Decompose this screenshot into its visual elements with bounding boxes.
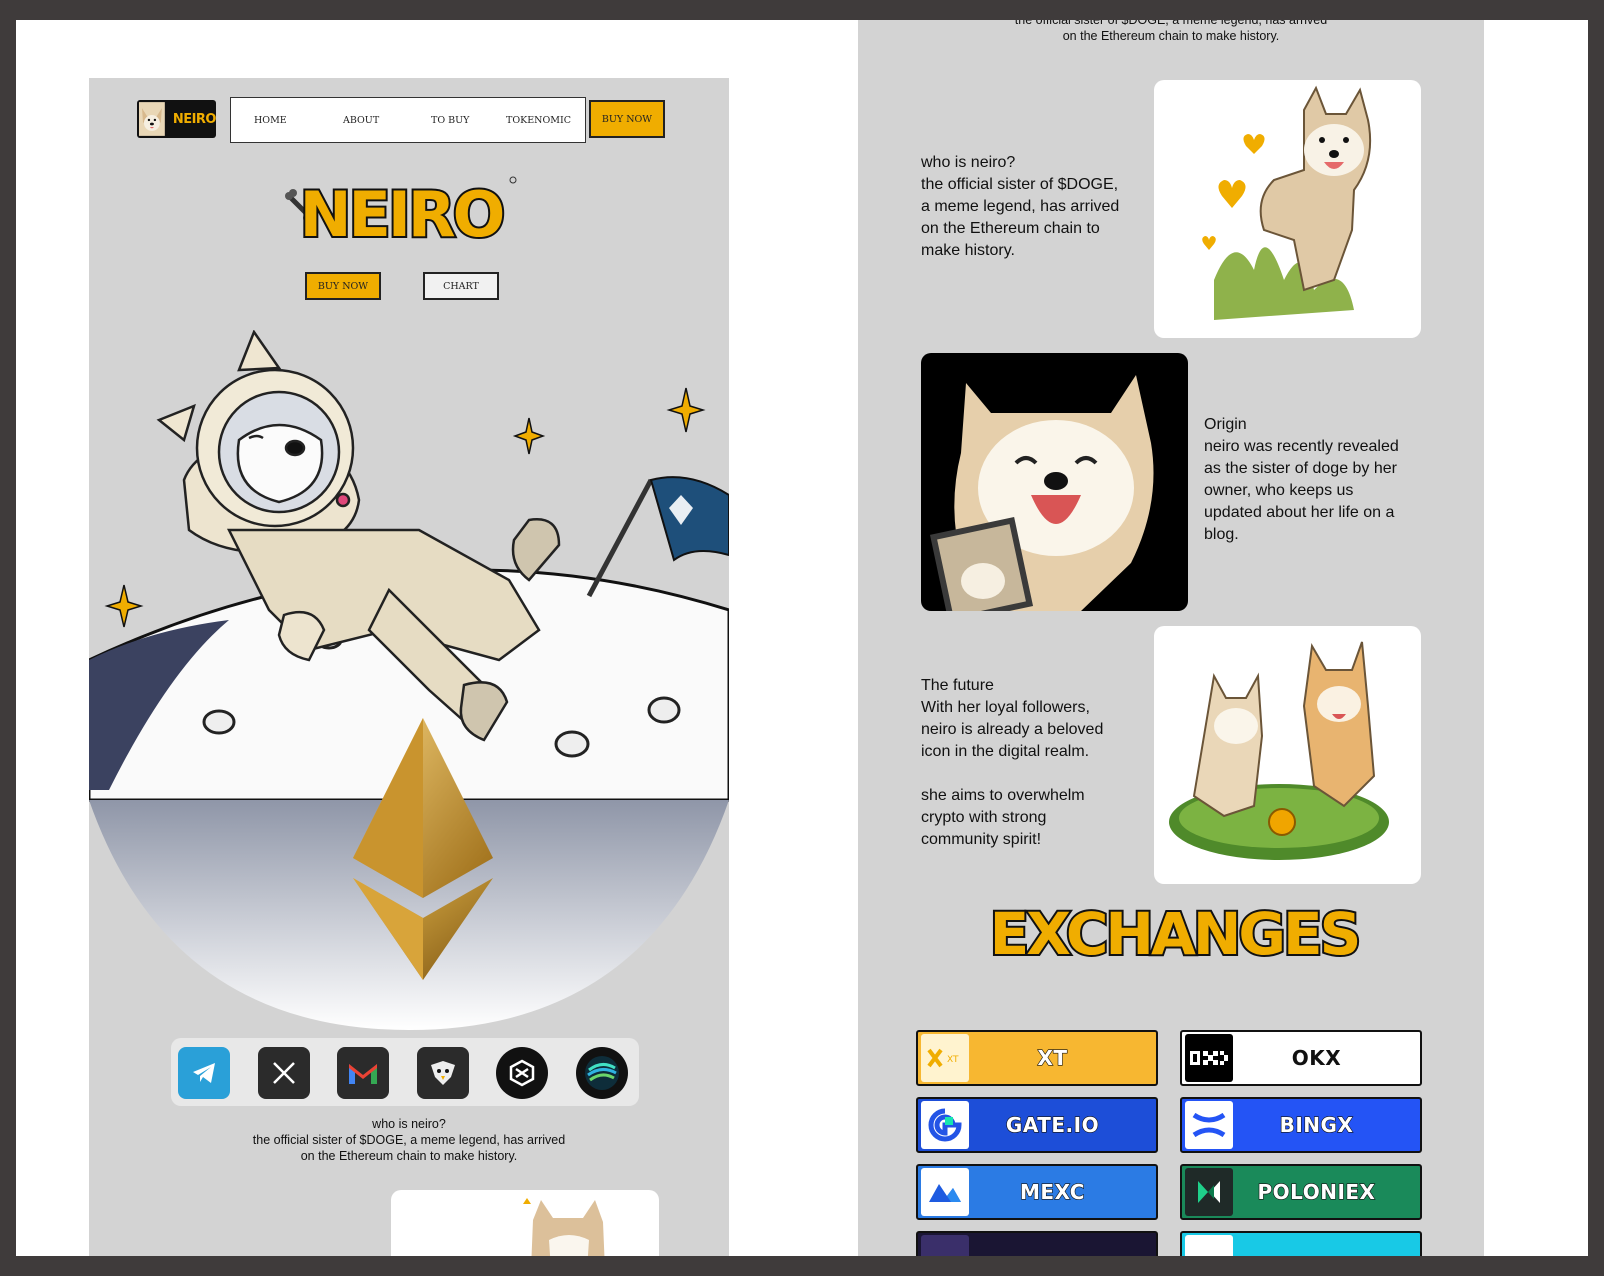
exchange-mexc[interactable]: MEXC (916, 1164, 1158, 1220)
dog-illustration (523, 1198, 605, 1256)
section-spacer (921, 763, 1103, 785)
section-line: as the sister of doge by her (1204, 460, 1397, 477)
poloniex-icon (1185, 1168, 1233, 1216)
section-line: owner, who keeps us (1204, 482, 1354, 499)
nav-home[interactable]: HOME (254, 115, 287, 126)
section-heading: Origin (1204, 416, 1247, 433)
section-line: blog. (1204, 526, 1239, 543)
section-origin: Origin neiro was recently revealed as th… (1204, 414, 1399, 546)
top-line: on the Ethereum chain to make history. (1062, 29, 1280, 43)
intro-image-card (391, 1190, 659, 1256)
exchange-label: POLONIEX (1257, 1179, 1376, 1204)
telegram-icon[interactable] (178, 1047, 230, 1099)
hero-chart-button[interactable]: CHART (423, 272, 499, 300)
mexc-icon (921, 1168, 969, 1216)
nav-bar: HOME ABOUT TO BUY TOKENOMIC (230, 97, 586, 143)
gmail-icon[interactable] (337, 1047, 389, 1099)
exchange-okx[interactable]: OKX (1180, 1030, 1422, 1086)
section-line: crypto with strong (921, 809, 1047, 826)
playing-dogs-illustration (1169, 641, 1389, 860)
top-line: the official sister of $DOGE, a meme leg… (1014, 20, 1328, 27)
section-line: neiro is already a beloved (921, 721, 1104, 738)
svg-text:XT: XT (947, 1055, 959, 1065)
exchange-label: GATE.IO (1005, 1112, 1100, 1137)
site-logo[interactable]: NEIRO (137, 100, 216, 138)
exchange-poloniex[interactable]: POLONIEX (1180, 1164, 1422, 1220)
neiro-hero-logo: NEIRO (285, 176, 517, 250)
section-the-future: The future With her loyal followers, nei… (921, 675, 1103, 851)
nav-about[interactable]: ABOUT (343, 115, 379, 126)
astronaut-moon-illustration (89, 330, 729, 1030)
section-heading: The future (921, 677, 994, 694)
exchanges-title-text: EXCHANGES (990, 900, 1359, 968)
section-line: the official sister of $DOGE, (921, 176, 1119, 193)
section-who-is-neiro: who is neiro? the official sister of $DO… (921, 152, 1119, 262)
bingx-icon (1185, 1101, 1233, 1149)
header-buy-button[interactable]: BUY NOW (589, 100, 665, 138)
intro-heading: who is neiro? (372, 1117, 446, 1131)
exchange-label: MEXC (1019, 1179, 1085, 1204)
section-line: neiro was recently revealed (1204, 438, 1399, 455)
heart-icon (1202, 134, 1265, 250)
hero-title-text: NEIRO (300, 178, 503, 250)
intro-line: on the Ethereum chain to make history. (300, 1149, 518, 1163)
coingecko-icon[interactable] (576, 1047, 628, 1099)
top-text: the official sister of $DOGE, a meme leg… (858, 20, 1484, 44)
jumping-dog-illustration (1202, 85, 1372, 320)
eagle-icon[interactable] (417, 1047, 469, 1099)
section-line: community spirit! (921, 831, 1042, 848)
jumping-dog-card (1154, 80, 1421, 338)
playing-dogs-card (1154, 626, 1421, 884)
exchange-row-partial[interactable] (1180, 1231, 1422, 1256)
exchange-xt[interactable]: XT XT (916, 1030, 1158, 1086)
exchange-gate-io[interactable]: GATE.IO (916, 1097, 1158, 1153)
nav-to-buy[interactable]: TO BUY (431, 115, 469, 126)
smiling-dog-illustration (929, 375, 1154, 611)
logo-text: NEIRO (172, 111, 216, 127)
okx-icon (1185, 1034, 1233, 1082)
section-line: on the Ethereum chain to (921, 220, 1100, 237)
nav-tokenomic[interactable]: TOKENOMIC (506, 115, 571, 126)
intro-line: the official sister of $DOGE, a meme leg… (252, 1133, 566, 1147)
hero-buy-button[interactable]: BUY NOW (305, 272, 381, 300)
dextools-icon[interactable] (496, 1047, 548, 1099)
section-line: icon in the digital realm. (921, 743, 1090, 760)
section-line: she aims to overwhelm (921, 787, 1085, 804)
exchange-partial-icon (1185, 1235, 1233, 1256)
left-mockup: NEIRO HOME ABOUT TO BUY TOKENOMIC BUY NO… (89, 78, 729, 1256)
exchange-bingx[interactable]: BINGX (1180, 1097, 1422, 1153)
exchange-label: BINGX (1279, 1112, 1354, 1137)
xt-icon: XT (921, 1034, 969, 1082)
intro-text: who is neiro? the official sister of $DO… (89, 1116, 729, 1164)
exchange-partial-icon (921, 1235, 969, 1256)
social-bar (171, 1038, 639, 1106)
smiling-dog-card (921, 353, 1188, 611)
section-line: updated about her life on a (1204, 504, 1395, 521)
section-line: With her loyal followers, (921, 699, 1090, 716)
dog-logo-icon (139, 102, 165, 136)
section-line: make history. (921, 242, 1015, 259)
right-mockup: the official sister of $DOGE, a meme leg… (858, 20, 1484, 1256)
exchange-label: OKX (1291, 1046, 1342, 1070)
x-icon[interactable] (258, 1047, 310, 1099)
section-line: a meme legend, has arrived (921, 198, 1120, 215)
section-heading: who is neiro? (921, 154, 1016, 171)
exchanges-title: EXCHANGES (988, 898, 1364, 970)
gate-io-icon (921, 1101, 969, 1149)
exchange-label: XT (1037, 1045, 1068, 1070)
canvas: NEIRO HOME ABOUT TO BUY TOKENOMIC BUY NO… (16, 20, 1588, 1256)
exchange-row-partial[interactable] (916, 1231, 1158, 1256)
